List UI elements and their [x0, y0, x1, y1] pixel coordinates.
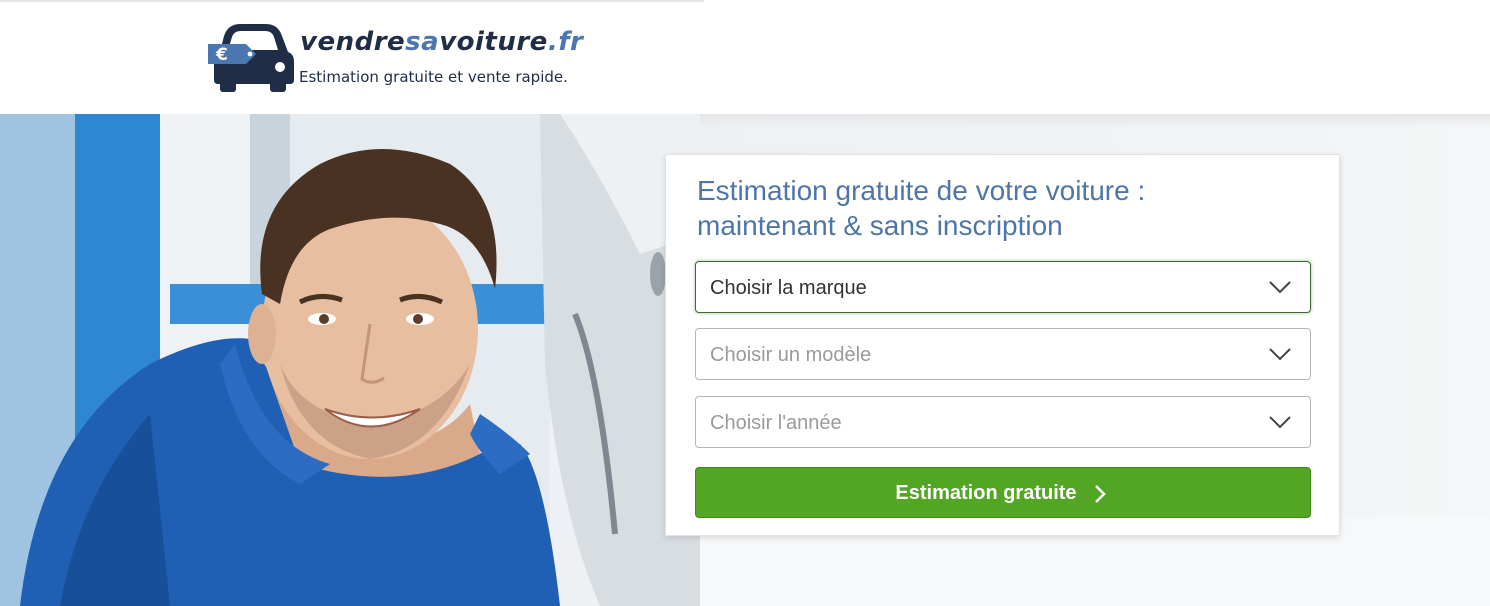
logo-text-vendre: vendre: [300, 27, 406, 57]
model-select-label: Choisir un modèle: [710, 344, 872, 366]
svg-text:€: €: [215, 45, 228, 65]
form-title-line2: maintenant & sans inscription: [697, 210, 1063, 241]
chevron-down-icon: [1269, 281, 1291, 294]
car-logo-icon[interactable]: €: [206, 22, 298, 92]
estimation-form-card: Estimation gratuite de votre voiture : m…: [665, 154, 1340, 536]
chevron-down-icon: [1269, 348, 1291, 361]
brand-select-label: Choisir la marque: [710, 277, 867, 299]
year-select[interactable]: Choisir l'année: [695, 396, 1311, 448]
form-title-line1: Estimation gratuite de votre voiture :: [697, 175, 1146, 206]
form-title: Estimation gratuite de votre voiture : m…: [697, 173, 1257, 243]
logo-text-sa: sa: [405, 27, 440, 57]
logo-tagline: Estimation gratuite et vente rapide.: [299, 68, 568, 86]
logo-text-voiture: voiture: [439, 27, 548, 57]
free-estimate-button-label: Estimation gratuite: [895, 482, 1077, 504]
year-select-label: Choisir l'année: [710, 412, 842, 434]
site-header: € vendresavoiture.fr Estimation gratuite…: [0, 0, 1490, 114]
model-select[interactable]: Choisir un modèle: [695, 328, 1311, 380]
chevron-right-icon: [1095, 485, 1106, 503]
brand-select[interactable]: Choisir la marque: [695, 261, 1311, 313]
chevron-down-icon: [1269, 416, 1291, 429]
hero-top-shadow: [700, 114, 1490, 128]
logo-text-tld: .fr: [547, 27, 584, 57]
logo-wordmark[interactable]: vendresavoiture.fr: [300, 27, 583, 57]
free-estimate-button[interactable]: Estimation gratuite: [695, 467, 1311, 518]
header-divider: [0, 0, 704, 2]
